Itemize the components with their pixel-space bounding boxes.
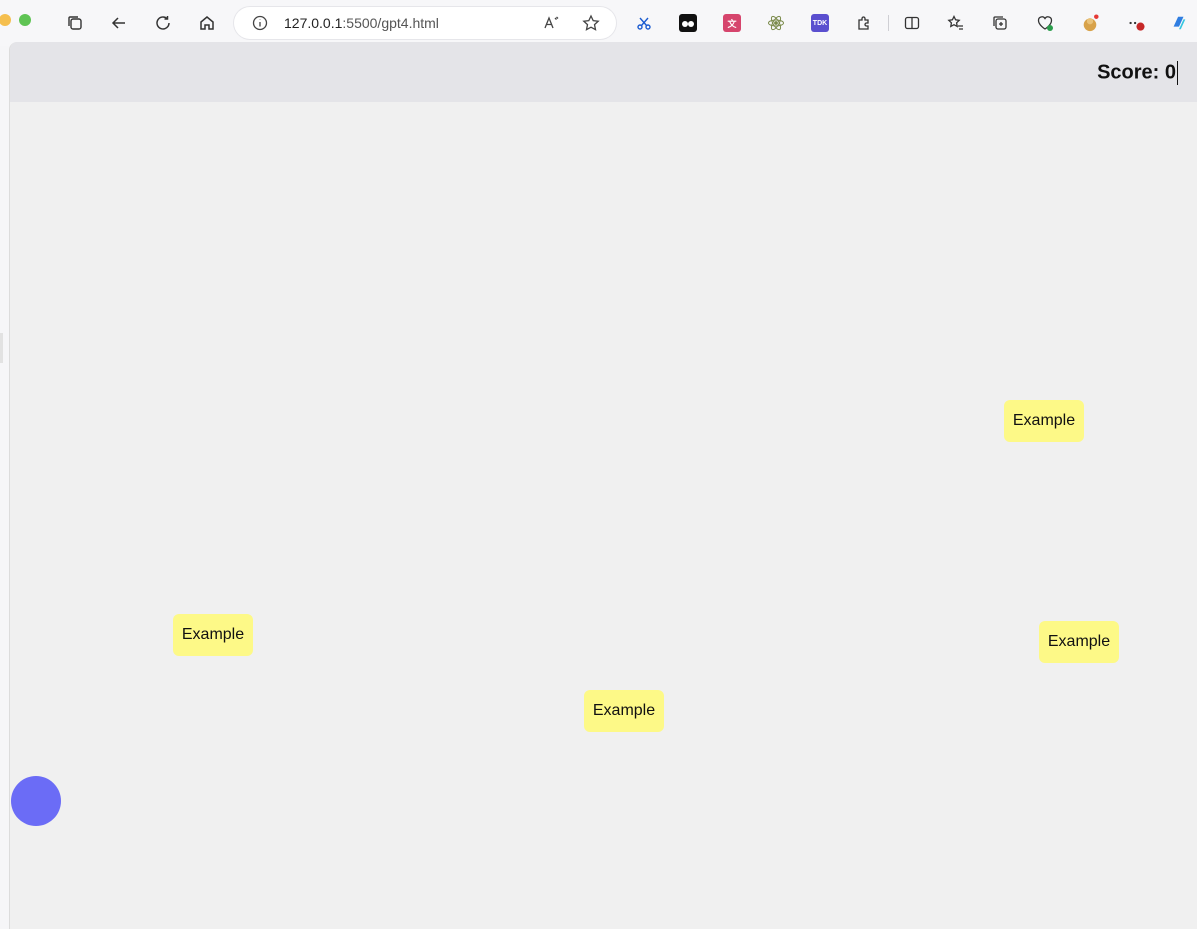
scissors-extension-icon[interactable] xyxy=(635,14,653,32)
zoom-window-button[interactable] xyxy=(19,14,31,26)
text-caret xyxy=(1177,61,1178,85)
read-aloud-icon[interactable] xyxy=(542,14,560,32)
home-icon[interactable] xyxy=(195,11,219,35)
address-bar[interactable]: 127.0.0.1:5500/gpt4.html xyxy=(234,7,616,39)
score-label: Score: 0 xyxy=(1097,61,1176,84)
profile-avatar-icon[interactable] xyxy=(1078,11,1102,35)
react-devtools-extension-icon[interactable] xyxy=(767,14,785,32)
url-path: :5500/gpt4.html xyxy=(342,15,439,31)
tabs-icon[interactable] xyxy=(63,11,87,35)
target-box[interactable]: Example xyxy=(1039,621,1119,663)
more-menu-icon[interactable] xyxy=(1124,11,1148,35)
refresh-icon[interactable] xyxy=(151,11,175,35)
url-host: 127.0.0.1 xyxy=(284,15,343,31)
copilot-icon[interactable] xyxy=(1167,11,1191,35)
sidebar-handle[interactable] xyxy=(0,333,3,363)
score-header: Score: 0 xyxy=(10,42,1197,102)
tampermonkey-extension-icon[interactable] xyxy=(679,14,697,32)
score-display: Score: 0 xyxy=(1097,61,1178,85)
info-icon[interactable] xyxy=(252,15,268,31)
url-text[interactable]: 127.0.0.1:5500/gpt4.html xyxy=(284,15,439,31)
back-icon[interactable] xyxy=(107,11,131,35)
favorites-list-icon[interactable] xyxy=(944,11,968,35)
player-ball[interactable] xyxy=(11,776,61,826)
game-canvas[interactable]: Score: 0 Example Example Example Example xyxy=(9,42,1197,929)
target-box[interactable]: Example xyxy=(1004,400,1084,442)
extensions-puzzle-icon[interactable] xyxy=(852,11,876,35)
favorite-star-icon[interactable] xyxy=(582,14,600,32)
translate-extension-icon[interactable]: 文 xyxy=(723,14,741,32)
target-box[interactable]: Example xyxy=(173,614,253,656)
toolbar-divider xyxy=(888,15,889,31)
browser-essentials-icon[interactable] xyxy=(1033,11,1057,35)
target-box[interactable]: Example xyxy=(584,690,664,732)
split-screen-icon[interactable] xyxy=(900,11,924,35)
collections-icon[interactable] xyxy=(988,11,1012,35)
tdk-extension-icon[interactable]: TDK xyxy=(811,14,829,32)
browser-toolbar: 127.0.0.1:5500/gpt4.html 文 TDK xyxy=(0,0,1197,46)
minimize-window-button[interactable] xyxy=(0,14,11,26)
